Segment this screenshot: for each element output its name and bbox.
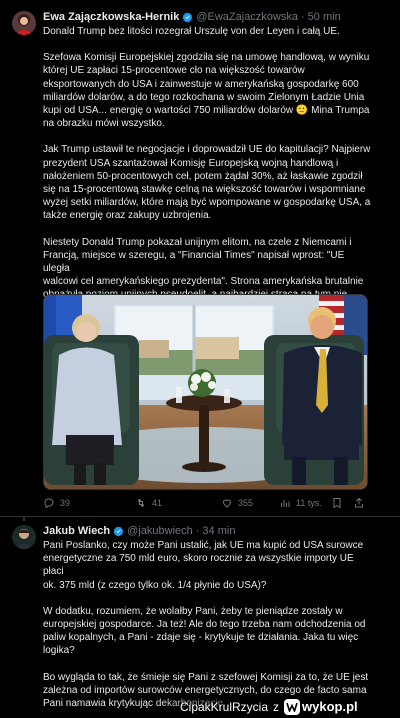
reply-icon	[44, 498, 54, 509]
reply-count: 39	[60, 498, 71, 508]
timeline: Ewa Zajączkowska-Hernik @EwaZajaczkowska…	[0, 0, 400, 718]
thread-line	[23, 517, 25, 521]
wykop-logo: wykop.pl	[284, 698, 358, 715]
wykop-icon	[284, 698, 301, 715]
like-button[interactable]: 355	[221, 497, 253, 509]
bookmark-button[interactable]	[331, 497, 343, 509]
bookmark-icon	[333, 498, 341, 509]
like-count: 355	[238, 498, 254, 508]
tweet-photo[interactable]	[43, 294, 368, 490]
author-name[interactable]: Jakub Wiech	[43, 524, 110, 538]
watermark-user: CipakKrulRzycia	[180, 699, 269, 714]
author-handle[interactable]: @EwaZajaczkowska	[196, 10, 298, 24]
views-button[interactable]: 11 tys.	[279, 497, 322, 509]
repost-button[interactable]: 41	[135, 497, 162, 509]
tweet[interactable]: Ewa Zajączkowska-Hernik @EwaZajaczkowska…	[0, 0, 400, 516]
verified-badge-icon	[113, 525, 124, 536]
tweet-text: Pani Poslanko, czy może Pani ustalić, ja…	[43, 539, 373, 710]
tweet-paragraph: Szefowa Komisji Europejskiej zgodziła si…	[43, 52, 370, 130]
share-button[interactable]	[353, 497, 365, 509]
watermark-word: z	[273, 699, 280, 714]
author-name[interactable]: Ewa Zajączkowska-Hernik	[43, 10, 179, 24]
heart-icon	[222, 499, 232, 508]
separator-dot: ·	[195, 525, 200, 537]
separator-dot: ·	[301, 11, 305, 23]
tweet[interactable]: Jakub Wiech @jakubwiech · 34 min Pani Po…	[0, 517, 400, 718]
view-count: 11 tys.	[296, 498, 322, 508]
tweet-header: Jakub Wiech @jakubwiech · 34 min	[43, 524, 235, 538]
tweet-time[interactable]: 50 min	[308, 10, 341, 24]
share-icon	[355, 497, 363, 508]
watermark: CipakKrulRzycia z wykop.pl	[150, 695, 400, 718]
tweet-paragraph: Donald Trump bez litości rozegrał Urszul…	[43, 26, 340, 37]
tweet-paragraph: Pani Poslanko, czy może Pani ustalić, ja…	[43, 540, 364, 591]
tweet-actions: 39 41 355 11 tys.	[43, 497, 368, 511]
tweet-time[interactable]: 34 min	[202, 524, 235, 538]
tweet-paragraph: W dodatku, rozumiem, że wolałby Pani, że…	[43, 605, 366, 657]
tweet-header: Ewa Zajączkowska-Hernik @EwaZajaczkowska…	[43, 10, 341, 24]
avatar[interactable]	[12, 525, 36, 549]
verified-badge-icon	[182, 11, 193, 22]
reply-button[interactable]: 39	[43, 497, 70, 509]
analytics-icon	[281, 500, 290, 507]
tweet-paragraph: Jak Trump ustawił te negocjacje i doprow…	[43, 144, 371, 222]
author-handle[interactable]: @jakubwiech	[127, 524, 193, 538]
avatar[interactable]	[12, 11, 36, 35]
tweet-text: Donald Trump bez litości rozegrał Urszul…	[43, 25, 373, 315]
repost-icon	[137, 498, 145, 508]
repost-count: 41	[152, 498, 163, 508]
watermark-site: wykop.pl	[302, 699, 358, 714]
